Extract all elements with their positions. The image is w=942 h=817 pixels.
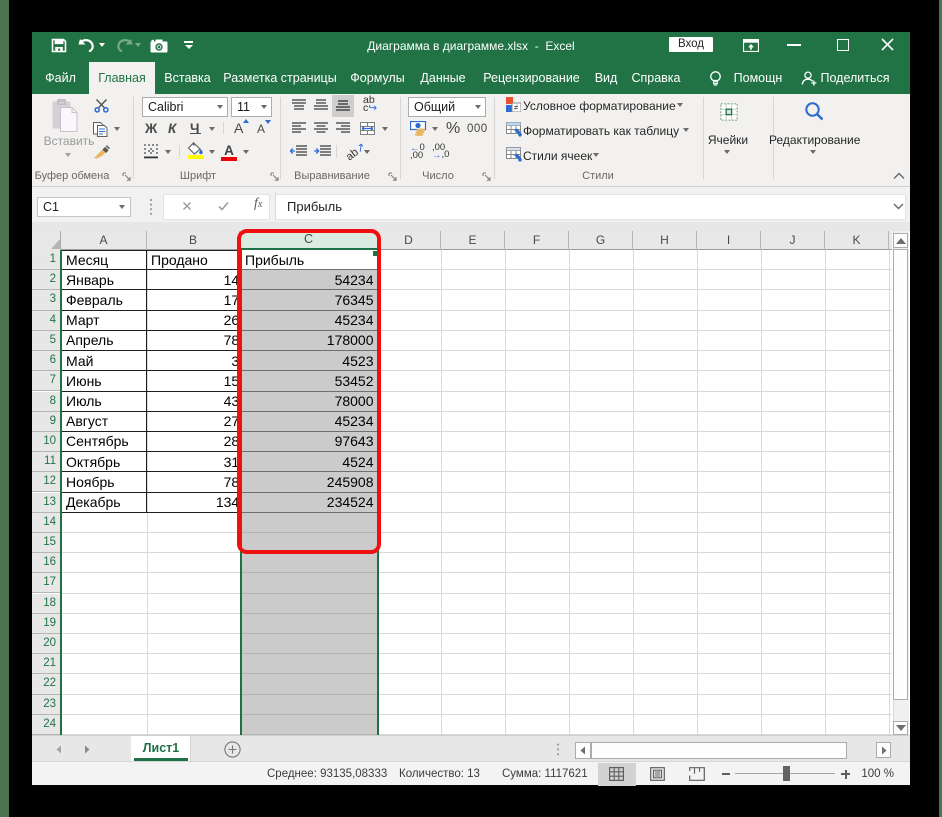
svg-text:≠: ≠ xyxy=(514,103,519,112)
